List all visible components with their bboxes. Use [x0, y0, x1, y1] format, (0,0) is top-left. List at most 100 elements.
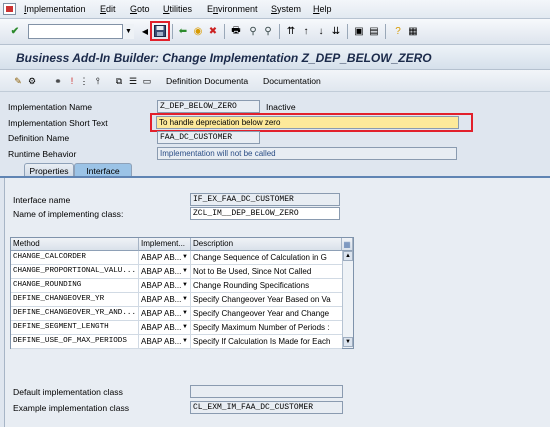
- table-row[interactable]: CHANGE_CALCORDER ABAP AB... ▼ Change Sequen…: [11, 251, 342, 265]
- def-name-field[interactable]: FAA_DC_CUSTOMER: [157, 131, 260, 144]
- cancel-icon[interactable]: ✖: [206, 24, 220, 38]
- table-row[interactable]: CHANGE_PROPORTIONAL_VALU... ABAP AB... ▼ No…: [11, 265, 342, 279]
- implementation-type-cell[interactable]: ABAP AB... ▼: [139, 251, 191, 265]
- description-cell: Not to Be Used, Since Not Called: [193, 267, 312, 276]
- display-change-icon[interactable]: ✎: [12, 75, 24, 87]
- page-title: Business Add-In Builder: Change Implemen…: [16, 51, 432, 65]
- save-disk-icon: [154, 25, 166, 37]
- table-row[interactable]: DEFINE_CHANGEOVER_YR_AND... ABAP AB... ▼ Sp…: [11, 307, 342, 321]
- menu-utilities[interactable]: Utilities: [163, 4, 192, 14]
- dropdown-arrow-icon[interactable]: ▼: [182, 338, 188, 344]
- methods-table: Method Implement... Description ▦ CHANGE…: [10, 237, 354, 349]
- window-menu-icon[interactable]: [3, 3, 16, 15]
- save-button[interactable]: [150, 21, 170, 41]
- implementation-type-text: ABAP AB...: [141, 281, 182, 290]
- implementation-type-cell[interactable]: ABAP AB... ▼: [139, 307, 191, 321]
- check-icon[interactable]: ⋮: [78, 75, 90, 87]
- help-icon[interactable]: ?: [391, 24, 405, 38]
- short-text-input[interactable]: To handle depreciation below zero: [156, 116, 459, 129]
- create-session-icon[interactable]: ▣: [352, 24, 366, 38]
- impl-status: Inactive: [266, 102, 296, 112]
- example-class-label: Example implementation class: [13, 403, 130, 413]
- def-name-label: Definition Name: [8, 133, 70, 143]
- filter-icon[interactable]: ⫯: [92, 75, 104, 87]
- column-header-method[interactable]: Method: [11, 238, 139, 251]
- application-toolbar: ✎ ⚙ ⚭ ! ⋮ ⫯ ⧉ ☰ ▭ Definition Documenta D…: [0, 70, 550, 92]
- activate-icon[interactable]: !: [66, 75, 78, 87]
- method-cell[interactable]: DEFINE_USE_OF_MAX_PERIODS: [11, 335, 139, 349]
- system-toolbar: ✔ ▼ ◀ ⬅ ◉ ✖ 🖶 ⚲ ⚲ ⇈ ↑ ↓ ⇊ ▣ ▤ ? ▦: [0, 19, 550, 45]
- implementation-type-cell[interactable]: ABAP AB... ▼: [139, 321, 191, 335]
- method-cell[interactable]: CHANGE_CALCORDER: [11, 251, 139, 265]
- menu-implementation[interactable]: Implementation: [24, 4, 86, 14]
- method-cell[interactable]: CHANGE_ROUNDING: [11, 279, 139, 293]
- command-field-dropdown-icon[interactable]: ▼: [122, 24, 134, 39]
- implementation-type-cell[interactable]: ABAP AB... ▼: [139, 265, 191, 279]
- enter-checkmark-icon[interactable]: ✔: [8, 24, 22, 38]
- column-header-implementation[interactable]: Implement...: [139, 238, 191, 251]
- table-row[interactable]: DEFINE_SEGMENT_LENGTH ABAP AB... ▼ Specify …: [11, 321, 342, 335]
- implementing-class-label: Name of implementing class:: [13, 209, 124, 219]
- tab-properties[interactable]: Properties: [24, 163, 74, 177]
- hierarchy-icon[interactable]: ⧉: [113, 75, 125, 87]
- method-cell[interactable]: DEFINE_CHANGEOVER_YR_AND...: [11, 307, 139, 321]
- implementation-type-cell[interactable]: ABAP AB... ▼: [139, 293, 191, 307]
- definition-documentation-button[interactable]: Definition Documenta: [166, 76, 248, 86]
- implementation-type-cell[interactable]: ABAP AB... ▼: [139, 279, 191, 293]
- next-page-icon[interactable]: ↓: [314, 24, 328, 38]
- last-page-icon[interactable]: ⇊: [329, 24, 343, 38]
- implementation-type-text: ABAP AB...: [141, 323, 182, 332]
- title-bar: Business Add-In Builder: Change Implemen…: [0, 45, 550, 70]
- implementation-type-text: ABAP AB...: [141, 309, 182, 318]
- dropdown-arrow-icon[interactable]: ▼: [182, 310, 188, 316]
- menu-environment[interactable]: Environment: [207, 4, 258, 14]
- back-icon[interactable]: ⬅: [176, 24, 190, 38]
- implementation-type-text: ABAP AB...: [141, 337, 182, 346]
- runtime-field: Implementation will not be called: [157, 147, 457, 160]
- dropdown-arrow-icon[interactable]: ▼: [182, 268, 188, 274]
- find-next-icon[interactable]: ⚲: [261, 24, 275, 38]
- method-cell[interactable]: CHANGE_PROPORTIONAL_VALU...: [11, 265, 139, 279]
- layout-menu-icon[interactable]: ▦: [406, 24, 420, 38]
- first-page-icon[interactable]: ⇈: [284, 24, 298, 38]
- menu-help[interactable]: Help: [313, 4, 332, 14]
- table-body: CHANGE_CALCORDER ABAP AB... ▼ Change Sequen…: [11, 251, 342, 349]
- vertical-scrollbar[interactable]: ▲ ▼: [342, 251, 353, 348]
- table-row[interactable]: DEFINE_USE_OF_MAX_PERIODS ABAP AB... ▼ Spec…: [11, 335, 342, 349]
- dropdown-arrow-icon[interactable]: ▼: [182, 254, 188, 260]
- shortcut-icon[interactable]: ▤: [367, 24, 381, 38]
- command-field[interactable]: [28, 24, 134, 39]
- scroll-down-icon[interactable]: ▼: [343, 337, 353, 347]
- dropdown-arrow-icon[interactable]: ▼: [182, 324, 188, 330]
- table-row[interactable]: DEFINE_CHANGEOVER_YR ABAP AB... ▼ Specify C…: [11, 293, 342, 307]
- short-text-label: Implementation Short Text: [8, 118, 108, 128]
- implementing-class-field[interactable]: ZCL_IM__DEP_BELOW_ZERO: [190, 207, 340, 220]
- interface-name-label: Interface name: [13, 195, 71, 205]
- where-used-icon[interactable]: ⚭: [52, 75, 64, 87]
- other-object-icon[interactable]: ⚙: [26, 75, 38, 87]
- column-header-description[interactable]: Description: [191, 238, 342, 251]
- impl-name-field: Z_DEP_BELOW_ZERO: [157, 100, 260, 113]
- navigation-window-icon[interactable]: ▭: [141, 75, 153, 87]
- menu-bar: Implementation Edit Goto Utilities Envir…: [0, 0, 550, 19]
- table-settings-icon[interactable]: ▦: [342, 238, 353, 251]
- method-cell[interactable]: DEFINE_CHANGEOVER_YR: [11, 293, 139, 307]
- method-cell[interactable]: DEFINE_SEGMENT_LENGTH: [11, 321, 139, 335]
- exit-icon[interactable]: ◉: [191, 24, 205, 38]
- table-row[interactable]: CHANGE_ROUNDING ABAP AB... ▼ Change Roundin…: [11, 279, 342, 293]
- default-class-field: [190, 385, 343, 398]
- scroll-up-icon[interactable]: ▲: [343, 251, 353, 261]
- menu-goto[interactable]: Goto: [130, 4, 150, 14]
- object-list-icon[interactable]: ☰: [127, 75, 139, 87]
- menu-system[interactable]: System: [271, 4, 301, 14]
- find-icon[interactable]: ⚲: [246, 24, 260, 38]
- implementation-type-cell[interactable]: ABAP AB... ▼: [139, 335, 191, 349]
- dropdown-arrow-icon[interactable]: ▼: [182, 296, 188, 302]
- print-icon[interactable]: 🖶: [229, 24, 243, 38]
- menu-edit[interactable]: Edit: [100, 4, 116, 14]
- dropdown-arrow-icon[interactable]: ▼: [182, 282, 188, 288]
- description-cell: Change Rounding Specifications: [193, 281, 310, 290]
- previous-page-icon[interactable]: ↑: [299, 24, 313, 38]
- tab-interface[interactable]: Interface: [74, 163, 132, 177]
- documentation-button[interactable]: Documentation: [263, 76, 321, 86]
